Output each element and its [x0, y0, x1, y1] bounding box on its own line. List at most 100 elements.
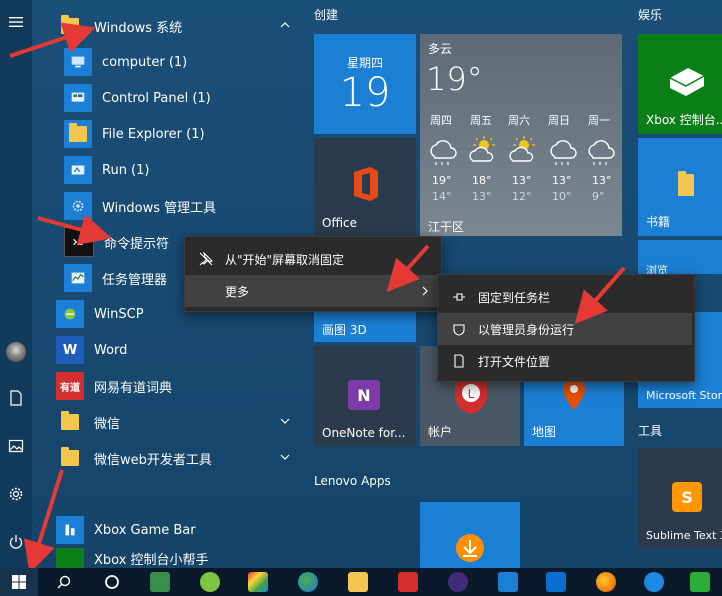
folder-icon: [56, 408, 84, 436]
menu-item-label: 打开文件位置: [478, 354, 551, 369]
weather-low: 14°: [432, 190, 452, 203]
group-label-create[interactable]: 创建: [314, 6, 338, 23]
group-label-tools[interactable]: 工具: [638, 422, 662, 439]
menu-item-label: 更多: [225, 284, 250, 299]
control-panel-icon: [64, 84, 92, 112]
weather-location: 江干区: [428, 220, 465, 234]
folder-icon: [56, 12, 84, 40]
app-label: computer (1): [102, 54, 188, 70]
edge-icon[interactable]: [286, 568, 330, 596]
svg-text:L: L: [468, 387, 475, 401]
app-item-run[interactable]: Run (1): [32, 152, 302, 188]
store-icon[interactable]: [486, 568, 530, 596]
mail-icon[interactable]: [534, 568, 578, 596]
file-explorer-icon: [64, 120, 92, 148]
menu-item-label: 以管理员身份运行: [478, 322, 575, 337]
app-item-file-explorer[interactable]: File Explorer (1): [32, 116, 302, 152]
xbox-console-icon: [669, 68, 705, 96]
tile-books[interactable]: 书籍: [638, 138, 722, 236]
menu-item-pin-taskbar[interactable]: 固定到任务栏: [438, 281, 694, 313]
menu-item-more[interactable]: 更多: [185, 275, 441, 307]
tile-label: 浏览: [646, 264, 668, 274]
cortana-icon[interactable]: [90, 568, 134, 596]
weather-high: 13°: [512, 174, 532, 187]
app-item-youdao[interactable]: 有道 网易有道词典: [32, 368, 302, 404]
tile-label: Microsoft Store: [646, 389, 722, 402]
tile-browse[interactable]: 浏览: [638, 240, 722, 274]
wechat-icon[interactable]: [678, 568, 722, 596]
menu-item-label: 从"开始"屏幕取消固定: [225, 252, 345, 267]
xbox-game-bar-icon: [56, 516, 84, 544]
app-item-windows-system[interactable]: Windows 系统: [32, 8, 302, 44]
folder-icon: [56, 444, 84, 472]
app-icon[interactable]: [138, 568, 182, 596]
tile-paint3d[interactable]: 画图 3D: [314, 312, 416, 342]
app-label: File Explorer (1): [102, 126, 205, 142]
windows-start-icon[interactable]: [0, 568, 38, 596]
document-icon[interactable]: [0, 376, 32, 420]
sogou-icon[interactable]: [632, 568, 676, 596]
pictures-icon[interactable]: [0, 424, 32, 468]
app-item-xbox-companion[interactable]: Xbox 控制台小帮手: [32, 548, 302, 568]
group-label-lenovo[interactable]: Lenovo Apps: [314, 474, 391, 488]
rain-cloud-icon: [588, 140, 615, 165]
group-label-entertainment[interactable]: 娱乐: [638, 6, 662, 23]
power-icon[interactable]: [0, 520, 32, 564]
calendar-weekday: 星期四: [346, 56, 383, 70]
app-label: 命令提示符: [104, 236, 170, 252]
menu-item-unpin[interactable]: 从"开始"屏幕取消固定: [185, 243, 441, 275]
folder-icon[interactable]: [336, 568, 380, 596]
app-label: Run (1): [102, 162, 150, 178]
app-label: Control Panel (1): [102, 90, 211, 106]
app-item-computer[interactable]: computer (1): [32, 44, 302, 80]
user-avatar[interactable]: [0, 330, 32, 374]
hamburger-icon[interactable]: [0, 0, 32, 44]
sun-cloud-icon: [469, 136, 495, 162]
menu-item-label: 固定到任务栏: [478, 290, 551, 305]
app-item-word[interactable]: W Word: [32, 332, 302, 368]
chevron-up-icon: [280, 22, 290, 28]
firefox-icon[interactable]: [584, 568, 628, 596]
unpin-icon: [199, 252, 213, 266]
rain-cloud-icon: [550, 140, 577, 165]
menu-item-open-location[interactable]: 打开文件位置: [438, 345, 694, 377]
tile-label: Sublime Text 3: [646, 529, 722, 542]
app-item-control-panel[interactable]: Control Panel (1): [32, 80, 302, 116]
shield-icon: [452, 322, 466, 336]
paint-icon[interactable]: [236, 568, 280, 596]
tile-label: Office: [322, 216, 358, 230]
chevron-down-icon: [280, 418, 290, 424]
tile-xbox-companion[interactable]: Xbox 控制台...: [638, 34, 722, 134]
book-icon[interactable]: [386, 568, 430, 596]
command-prompt-icon: [64, 227, 94, 257]
spacer-icon: [199, 284, 213, 298]
app-label: Word: [94, 342, 128, 358]
app-label: 任务管理器: [102, 272, 168, 288]
tile-label: 画图 3D: [322, 323, 367, 337]
youdao-icon: 有道: [56, 372, 84, 400]
tile-onenote[interactable]: N OneNote for...: [314, 346, 416, 446]
context-menu: 从"开始"屏幕取消固定 更多: [184, 236, 442, 312]
app-item-xbox-game-bar[interactable]: Xbox Game Bar: [32, 512, 302, 548]
computer-icon: [64, 48, 92, 76]
weather-day: 周四: [430, 114, 452, 127]
tile-sublime-text[interactable]: S Sublime Text 3: [638, 448, 722, 548]
app-item-windows-admin-tools[interactable]: Windows 管理工具: [32, 188, 302, 224]
weather-day: 周六: [508, 114, 530, 127]
file-location-icon: [452, 354, 466, 368]
weather-high: 13°: [552, 174, 572, 187]
tile-calendar[interactable]: 星期四 19: [314, 34, 416, 134]
settings-icon[interactable]: [0, 472, 32, 516]
tile-weather[interactable]: 多云 19° 周四 周五 周六 周日 周一 19° 18° 13° 13° 13…: [420, 34, 622, 236]
tile-label: 地图: [532, 425, 557, 439]
app-item-wechat-devtools-folder[interactable]: 微信web开发者工具: [32, 440, 302, 476]
eclipse-icon[interactable]: [436, 568, 480, 596]
admin-tools-icon: [64, 192, 92, 220]
tile-office[interactable]: Office: [314, 138, 416, 236]
tile-lenovo-app[interactable]: [420, 502, 520, 568]
menu-item-run-as-admin[interactable]: 以管理员身份运行: [438, 313, 692, 345]
game-icon[interactable]: [188, 568, 232, 596]
app-label: Xbox Game Bar: [94, 522, 196, 538]
search-icon[interactable]: [42, 568, 86, 596]
app-item-wechat-folder[interactable]: 微信: [32, 404, 302, 440]
